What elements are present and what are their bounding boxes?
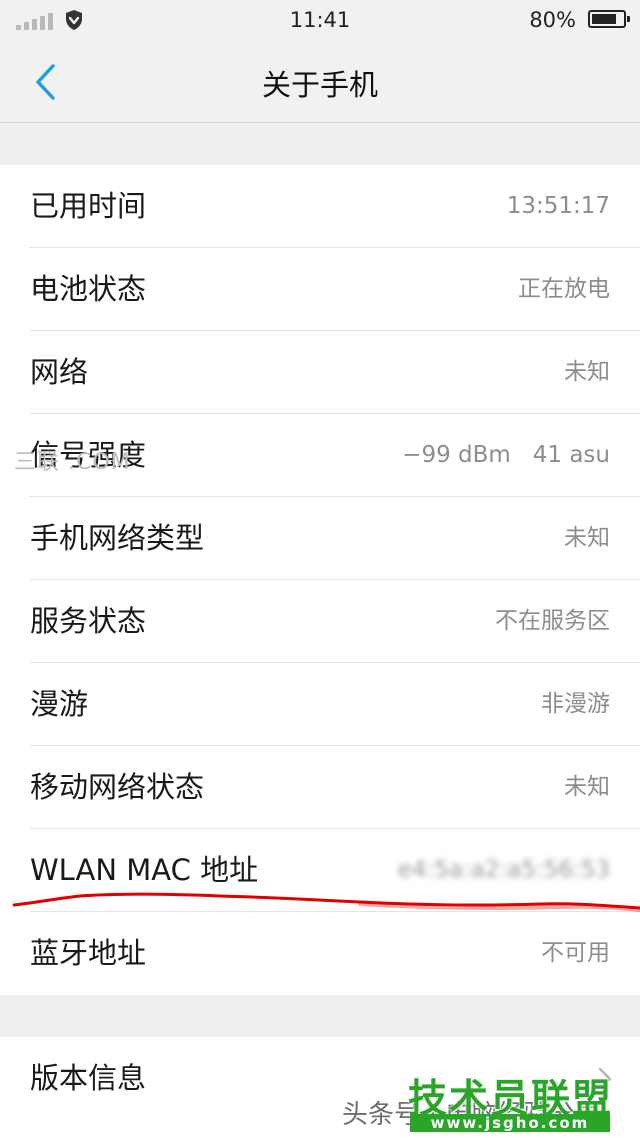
row-mobile-network-type: 手机网络类型 未知 [0, 497, 640, 580]
row-label: 信号强度 [30, 438, 147, 472]
row-value: 13:51:17 [506, 193, 610, 219]
row-value: 正在放电 [518, 276, 610, 302]
row-value: 不在服务区 [495, 608, 610, 634]
row-value: 未知 [564, 525, 610, 551]
row-network: 网络 未知 [0, 331, 640, 414]
row-label: 移动网络状态 [30, 770, 205, 804]
row-label: 已用时间 [30, 189, 147, 223]
status-bar: 11:41 80% [0, 0, 640, 40]
battery-icon [588, 10, 630, 28]
row-value: 未知 [564, 774, 610, 800]
row-value: −99 dBm 41 asu [402, 442, 610, 468]
page-title: 关于手机 [261, 68, 378, 102]
row-value: e4:5a:a2:a5:56:53 [397, 857, 610, 883]
row-label: 电池状态 [30, 272, 147, 306]
row-bluetooth-address: 蓝牙地址 不可用 [0, 912, 640, 995]
row-label: 手机网络类型 [30, 521, 205, 555]
version-group: 版本信息 [0, 1037, 640, 1138]
row-battery-status: 电池状态 正在放电 [0, 248, 640, 331]
row-label: 服务状态 [30, 604, 147, 638]
row-version-info[interactable]: 版本信息 [0, 1037, 640, 1120]
row-service-state: 服务状态 不在服务区 [0, 580, 640, 663]
row-signal-strength: 信号强度 −99 dBm 41 asu [0, 414, 640, 497]
row-label: 版本信息 [30, 1061, 147, 1095]
nav-bar: 关于手机 [0, 40, 640, 123]
row-label: 漫游 [30, 687, 89, 721]
row-label: WLAN MAC 地址 [30, 853, 259, 887]
phone-status-list: 已用时间 13:51:17 电池状态 正在放电 网络 未知 信号强度 −99 d… [0, 165, 640, 995]
row-wlan-mac: WLAN MAC 地址 e4:5a:a2:a5:56:53 [0, 829, 640, 912]
battery-fill [592, 14, 616, 24]
row-value: 不可用 [541, 940, 610, 966]
row-mobile-network-state: 移动网络状态 未知 [0, 746, 640, 829]
row-value: 非漫游 [541, 691, 610, 717]
row-uptime: 已用时间 13:51:17 [0, 165, 640, 248]
row-label: 网络 [30, 355, 89, 389]
chevron-right-icon [598, 1067, 612, 1091]
battery-percent: 80% [529, 8, 576, 32]
row-label: 蓝牙地址 [30, 936, 147, 970]
row-roaming: 漫游 非漫游 [0, 663, 640, 746]
row-value: 未知 [564, 359, 610, 385]
